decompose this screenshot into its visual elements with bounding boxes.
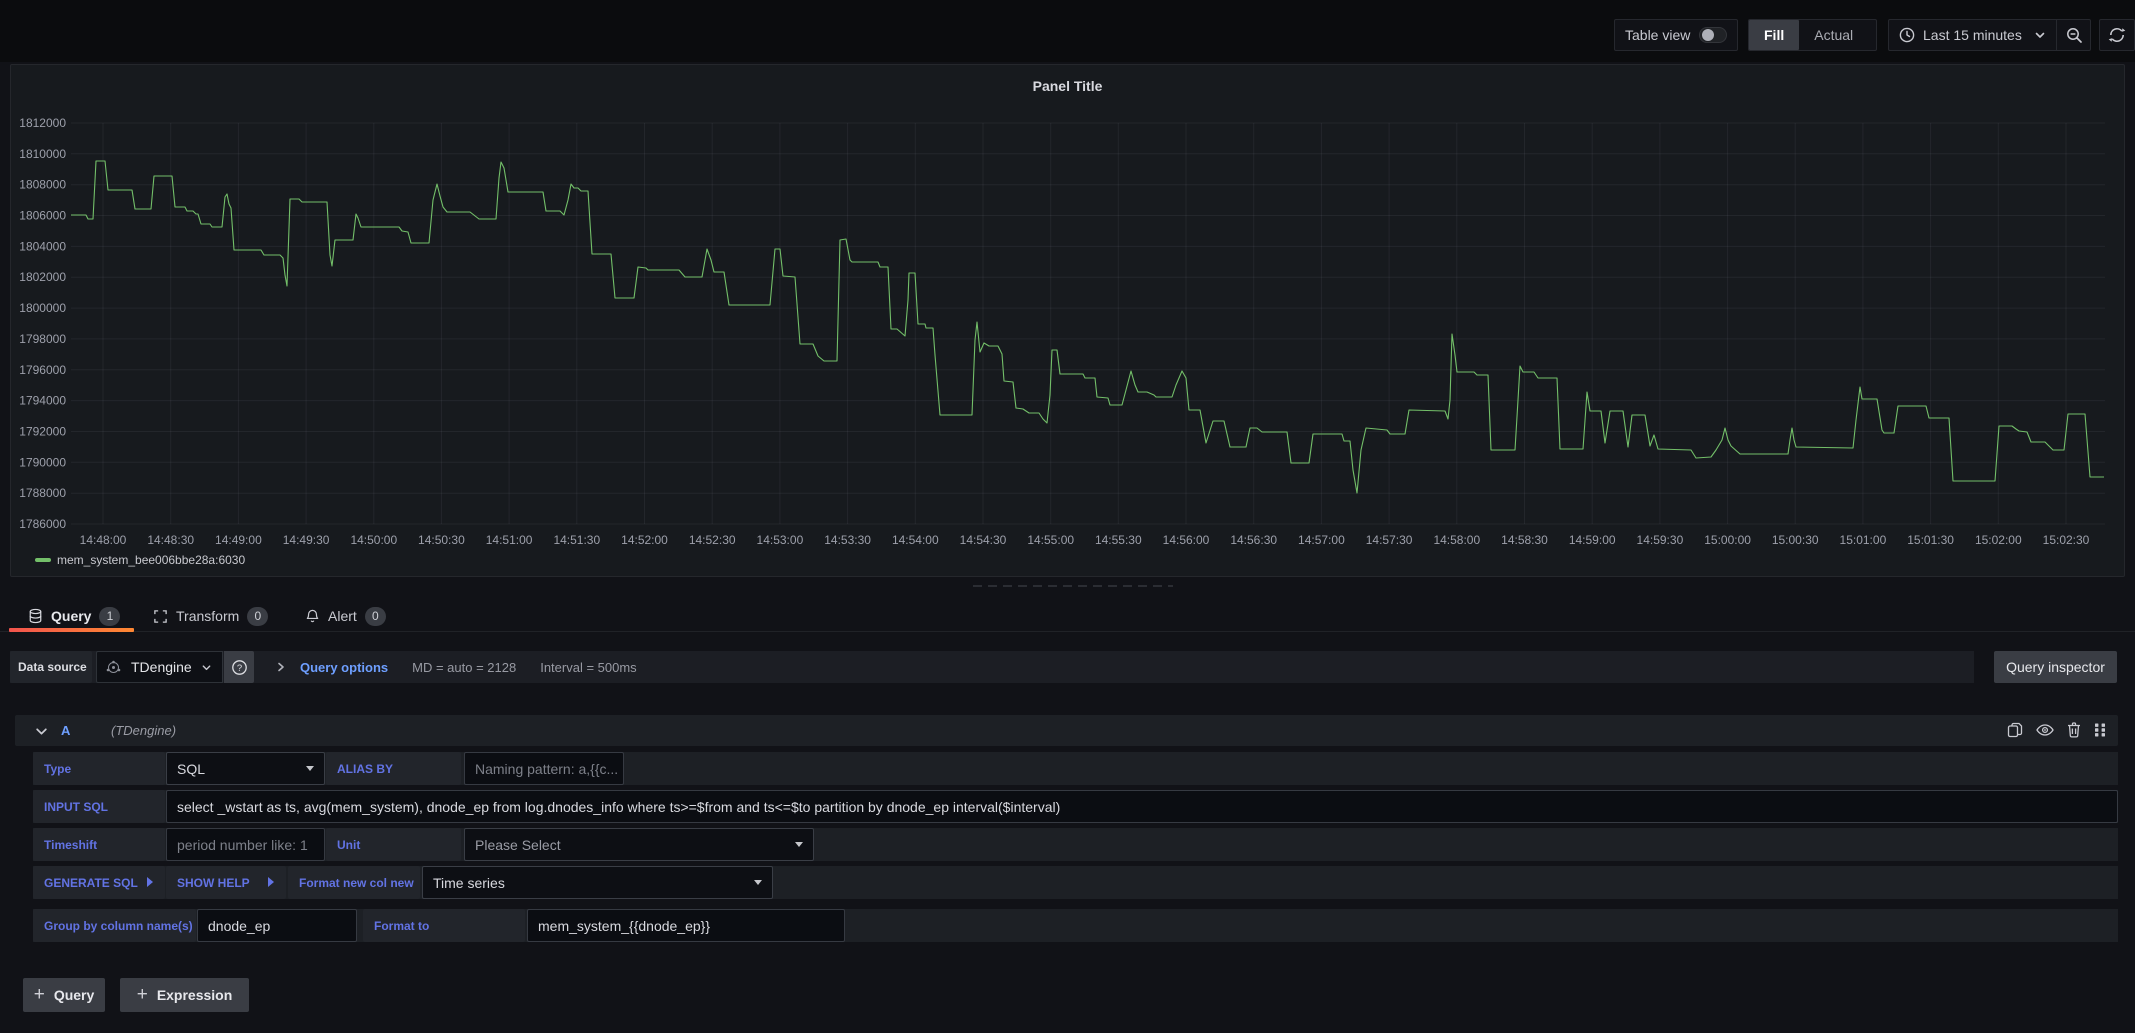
svg-text:1792000: 1792000 xyxy=(19,425,66,439)
svg-text:1802000: 1802000 xyxy=(19,270,66,284)
svg-text:14:53:00: 14:53:00 xyxy=(757,533,804,547)
svg-text:?: ? xyxy=(236,663,241,674)
svg-text:15:02:30: 15:02:30 xyxy=(2043,533,2090,547)
svg-text:14:59:30: 14:59:30 xyxy=(1637,533,1684,547)
svg-text:14:56:30: 14:56:30 xyxy=(1230,533,1277,547)
svg-text:1812000: 1812000 xyxy=(19,116,66,130)
svg-text:1794000: 1794000 xyxy=(19,394,66,408)
svg-text:14:53:30: 14:53:30 xyxy=(824,533,871,547)
svg-text:14:54:30: 14:54:30 xyxy=(960,533,1007,547)
svg-text:1806000: 1806000 xyxy=(19,209,66,223)
svg-text:14:49:00: 14:49:00 xyxy=(215,533,262,547)
svg-text:14:54:00: 14:54:00 xyxy=(892,533,939,547)
svg-text:14:56:00: 14:56:00 xyxy=(1163,533,1210,547)
svg-text:15:00:00: 15:00:00 xyxy=(1704,533,1751,547)
svg-text:1796000: 1796000 xyxy=(19,363,66,377)
svg-text:14:50:00: 14:50:00 xyxy=(350,533,397,547)
svg-text:15:02:00: 15:02:00 xyxy=(1975,533,2022,547)
svg-text:1804000: 1804000 xyxy=(19,239,66,253)
svg-text:15:01:30: 15:01:30 xyxy=(1907,533,1954,547)
svg-text:1790000: 1790000 xyxy=(19,455,66,469)
svg-text:15:01:00: 15:01:00 xyxy=(1840,533,1887,547)
svg-text:14:50:30: 14:50:30 xyxy=(418,533,465,547)
svg-text:1800000: 1800000 xyxy=(19,301,66,315)
svg-text:14:55:30: 14:55:30 xyxy=(1095,533,1142,547)
svg-text:14:51:00: 14:51:00 xyxy=(486,533,533,547)
svg-text:14:52:00: 14:52:00 xyxy=(621,533,668,547)
svg-text:14:55:00: 14:55:00 xyxy=(1027,533,1074,547)
svg-text:14:51:30: 14:51:30 xyxy=(553,533,600,547)
svg-text:1788000: 1788000 xyxy=(19,486,66,500)
svg-text:14:48:00: 14:48:00 xyxy=(80,533,127,547)
svg-text:14:59:00: 14:59:00 xyxy=(1569,533,1616,547)
svg-text:14:57:00: 14:57:00 xyxy=(1298,533,1345,547)
svg-text:14:52:30: 14:52:30 xyxy=(689,533,736,547)
svg-text:1786000: 1786000 xyxy=(19,517,66,531)
svg-text:14:58:00: 14:58:00 xyxy=(1433,533,1480,547)
svg-text:1798000: 1798000 xyxy=(19,332,66,346)
svg-text:1808000: 1808000 xyxy=(19,178,66,192)
svg-text:15:00:30: 15:00:30 xyxy=(1772,533,1819,547)
svg-text:1810000: 1810000 xyxy=(19,147,66,161)
svg-text:14:49:30: 14:49:30 xyxy=(283,533,330,547)
svg-text:14:57:30: 14:57:30 xyxy=(1366,533,1413,547)
svg-text:14:48:30: 14:48:30 xyxy=(147,533,194,547)
svg-text:14:58:30: 14:58:30 xyxy=(1501,533,1548,547)
